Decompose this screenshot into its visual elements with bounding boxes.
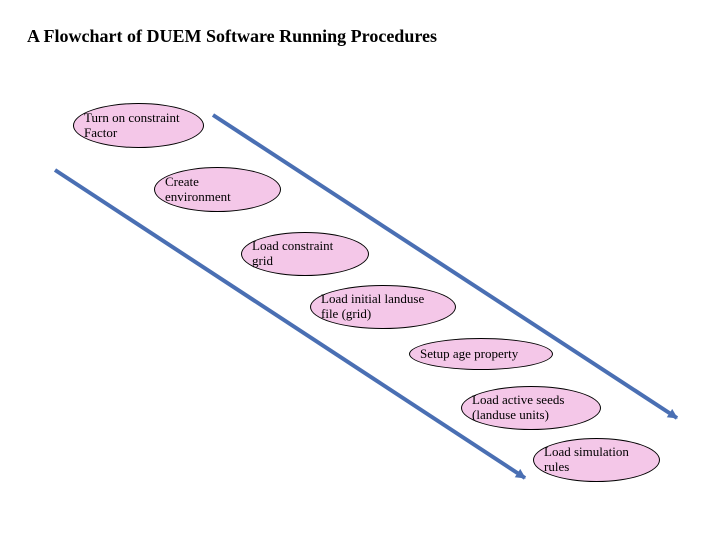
step-label: Setup age property xyxy=(420,347,542,362)
step-label: Createenvironment xyxy=(165,175,270,205)
step-load-simulation-rules: Load simulationrules xyxy=(533,438,660,482)
step-label: Load active seeds(landuse units) xyxy=(472,393,590,423)
step-turn-on-constraint-factor: Turn on constraintFactor xyxy=(73,103,204,148)
step-label: Load initial landusefile (grid) xyxy=(321,292,445,322)
step-label: Turn on constraintFactor xyxy=(84,111,193,141)
step-load-active-seeds: Load active seeds(landuse units) xyxy=(461,386,601,430)
step-label: Load constraintgrid xyxy=(252,239,358,269)
page-title: A Flowchart of DUEM Software Running Pro… xyxy=(27,26,437,47)
step-setup-age-property: Setup age property xyxy=(409,338,553,370)
step-load-initial-landuse-file: Load initial landusefile (grid) xyxy=(310,285,456,329)
step-create-environment: Createenvironment xyxy=(154,167,281,212)
step-label: Load simulationrules xyxy=(544,445,649,475)
step-load-constraint-grid: Load constraintgrid xyxy=(241,232,369,276)
